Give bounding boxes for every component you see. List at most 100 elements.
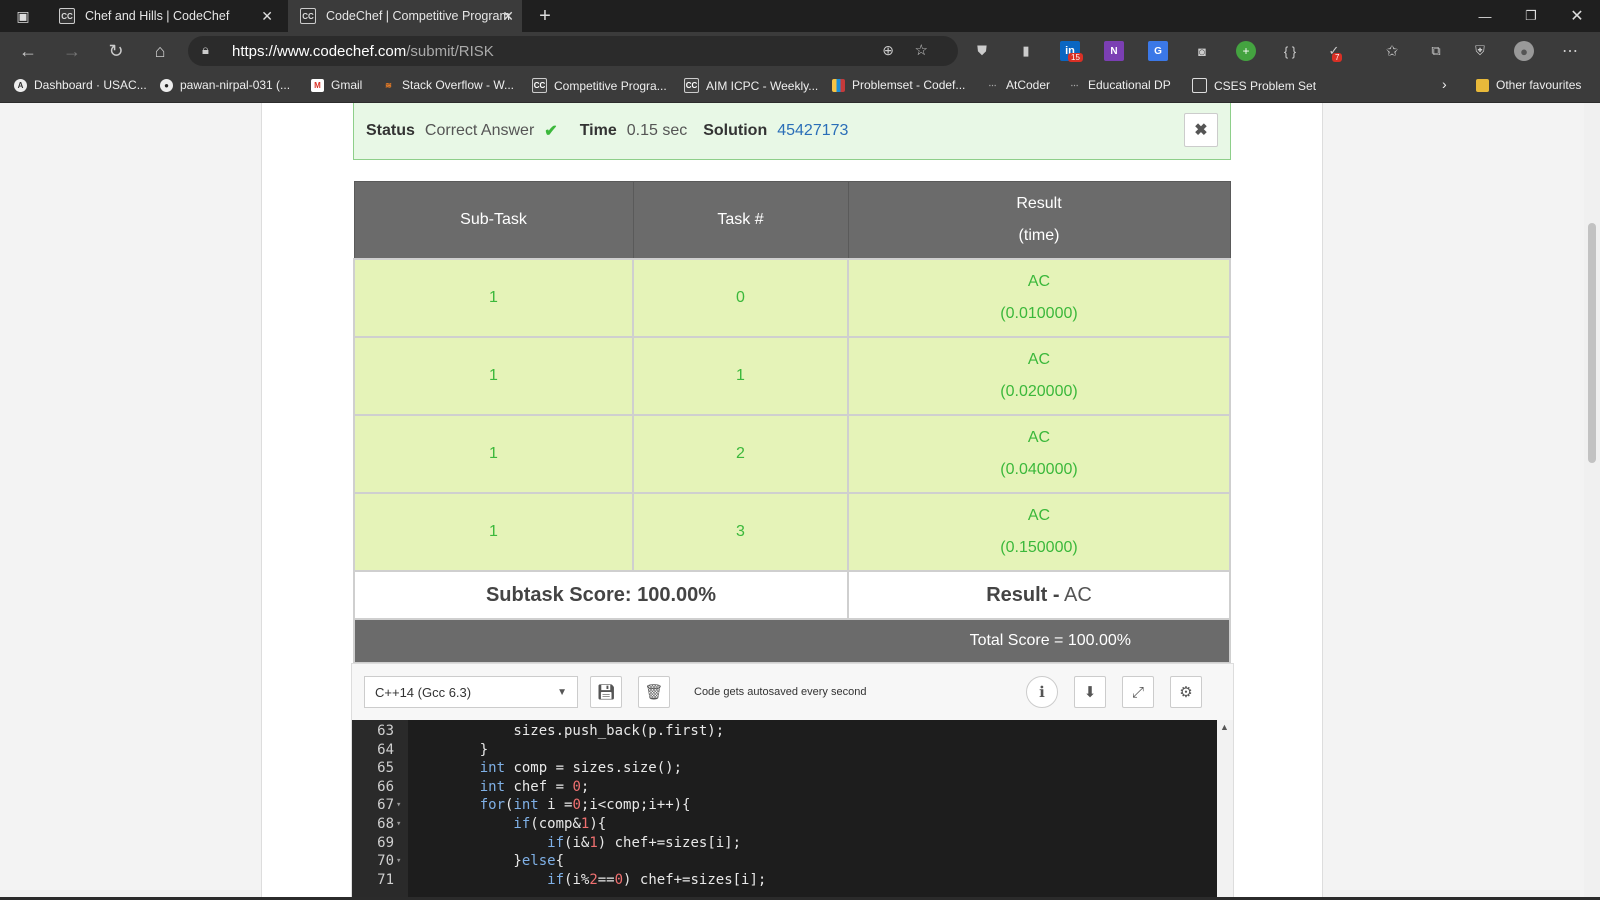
bookmark-educational-dp[interactable]: ⋯ Educational DP: [1068, 78, 1171, 92]
bookmark-usaco[interactable]: A Dashboard · USAC...: [14, 78, 147, 92]
refresh-icon[interactable]: ↻: [96, 32, 136, 70]
more-bookmarks-chevron-icon[interactable]: ›: [1442, 76, 1447, 92]
onenote-extension-icon[interactable]: N: [1104, 41, 1124, 61]
score-row: Subtask Score: 100.00% Result - AC: [353, 570, 1231, 620]
save-icon[interactable]: 💾︎: [590, 676, 622, 708]
settings-gear-icon[interactable]: ⚙: [1170, 676, 1202, 708]
close-tab-icon[interactable]: ✕: [261, 8, 273, 25]
code-editor-panel: C++14 (Gcc 6.3) ▼ 💾︎ 🗑︎ Code gets autosa…: [351, 663, 1234, 900]
bookmark-aim-icpc[interactable]: CC AIM ICPC - Weekly...: [684, 78, 818, 93]
code-text: int chef = 0;: [446, 778, 590, 795]
bookmark-label: Stack Overflow - W...: [402, 78, 515, 92]
browser-essentials-icon[interactable]: ⛨: [1470, 41, 1490, 61]
result-value: AC: [1064, 584, 1092, 606]
other-favourites-folder[interactable]: Other favourites: [1476, 78, 1581, 92]
codechef-icon: CC: [532, 78, 547, 93]
forward-icon[interactable]: →: [52, 32, 92, 70]
code-token: for: [446, 797, 506, 814]
translate-extension-icon[interactable]: G: [1148, 41, 1168, 61]
office-extension-icon[interactable]: ▮: [1016, 41, 1036, 61]
code-text: for(int i =0;i<comp;i++){: [446, 797, 691, 814]
minimize-icon[interactable]: —: [1462, 0, 1508, 32]
close-icon[interactable]: ✖: [1184, 113, 1218, 147]
table-row: 1 2 AC (0.040000): [353, 414, 1231, 494]
result-time: (0.150000): [1000, 539, 1078, 556]
bookmark-codeforces[interactable]: Problemset - Codef...: [832, 78, 965, 92]
favourites-icon[interactable]: ✩: [1382, 41, 1402, 61]
home-icon[interactable]: ⌂: [140, 32, 180, 70]
json-extension-icon[interactable]: { }: [1280, 41, 1300, 61]
code-token: }: [446, 741, 489, 758]
fullscreen-icon[interactable]: ⤢: [1122, 676, 1154, 708]
line-number: 65: [377, 760, 394, 777]
language-select[interactable]: C++14 (Gcc 6.3) ▼: [364, 676, 578, 708]
bookmark-cses[interactable]: CSES Problem Set: [1192, 78, 1316, 93]
code-text: int comp = sizes.size();: [446, 760, 682, 776]
cell-subtask: 1: [353, 258, 634, 338]
code-token: 0: [614, 871, 624, 888]
code-text: }else{: [446, 853, 564, 869]
result-time: (0.020000): [1000, 383, 1078, 400]
back-icon[interactable]: ←: [8, 32, 48, 70]
info-icon[interactable]: ℹ: [1026, 676, 1058, 708]
code-token: if: [446, 816, 531, 832]
download-icon[interactable]: ⬇: [1074, 676, 1106, 708]
tab-title: Chef and Hills | CodeChef: [85, 9, 230, 23]
fold-arrow-icon[interactable]: ▾: [396, 819, 401, 829]
result-label: Result -: [986, 584, 1060, 606]
scrollbar-thumb[interactable]: [1588, 223, 1596, 463]
trash-icon[interactable]: 🗑︎: [638, 676, 670, 708]
add-favourite-icon[interactable]: ☆: [915, 41, 928, 59]
tab-chef-and-hills[interactable]: CC Chef and Hills | CodeChef ✕: [47, 0, 281, 32]
code-token: 1: [589, 834, 598, 851]
bookmark-stackoverflow[interactable]: ≋ Stack Overflow - W...: [382, 78, 514, 92]
tab-actions-icon[interactable]: ▣: [0, 0, 46, 32]
line-number: 66: [377, 778, 394, 795]
line-number: 68: [377, 816, 394, 832]
atcoder-icon: ⋯: [988, 80, 997, 90]
zoom-icon[interactable]: ⊕: [882, 42, 894, 59]
close-tab-icon[interactable]: ✕: [502, 8, 514, 25]
code-token: 2: [589, 871, 598, 888]
plus-extension-icon[interactable]: +: [1236, 41, 1256, 61]
scroll-up-icon[interactable]: ▲: [1220, 722, 1229, 732]
fold-arrow-icon[interactable]: ▾: [396, 800, 401, 810]
bookmark-label: Educational DP: [1088, 78, 1171, 92]
fold-arrow-icon[interactable]: ▾: [396, 856, 401, 866]
codechef-icon: CC: [300, 8, 316, 24]
camera-extension-icon[interactable]: ◙: [1192, 41, 1212, 61]
table-row: 1 0 AC (0.010000): [353, 258, 1231, 338]
shield-extension-icon[interactable]: ⛊: [972, 41, 992, 61]
result-time: (0.010000): [1000, 305, 1078, 322]
code-area[interactable]: 63 sizes.push_back(p.first); 64 } 65 int c…: [352, 720, 1233, 900]
page-icon: [1192, 78, 1207, 93]
chevron-down-icon: ▼: [557, 687, 567, 698]
line-number: 71: [377, 871, 394, 888]
total-row: Total Score = 100.00%: [353, 618, 1231, 664]
tab-codechef-active[interactable]: CC CodeChef | Competitive Program ✕: [288, 0, 522, 32]
profile-avatar[interactable]: ●: [1514, 41, 1534, 61]
more-menu-icon[interactable]: ⋯: [1560, 41, 1580, 61]
url-field[interactable]: 🔒︎ https://www.codechef.com/submit/RISK …: [188, 36, 958, 66]
bookmark-gmail[interactable]: M Gmail: [311, 78, 362, 92]
restore-icon[interactable]: ❐: [1508, 0, 1554, 32]
bookmark-competitive-programming[interactable]: CC Competitive Progra...: [532, 78, 667, 93]
code-token: int: [513, 797, 539, 814]
bookmark-github[interactable]: ● pawan-nirpal-031 (...: [160, 78, 290, 92]
header-result-line1: Result: [1016, 195, 1062, 212]
page-scrollbar[interactable]: [1584, 103, 1600, 900]
code-token: 0: [572, 778, 581, 795]
cell-result: AC (0.040000): [847, 414, 1231, 494]
solution-id-link[interactable]: 45427173: [777, 122, 848, 140]
close-window-icon[interactable]: ✕: [1554, 0, 1600, 32]
bookmark-atcoder[interactable]: ⋯ AtCoder: [986, 78, 1051, 92]
cell-subtask: 1: [353, 492, 634, 572]
check-icon: ✔: [544, 123, 558, 140]
codeforces-icon: [832, 78, 845, 92]
editor-scrollbar[interactable]: ▲: [1217, 720, 1233, 900]
cell-task: 2: [632, 414, 849, 494]
collections-icon[interactable]: ⧉: [1426, 41, 1446, 61]
codechef-icon: CC: [684, 78, 699, 93]
new-tab-icon[interactable]: +: [522, 0, 568, 32]
line-number: 67: [377, 797, 394, 814]
